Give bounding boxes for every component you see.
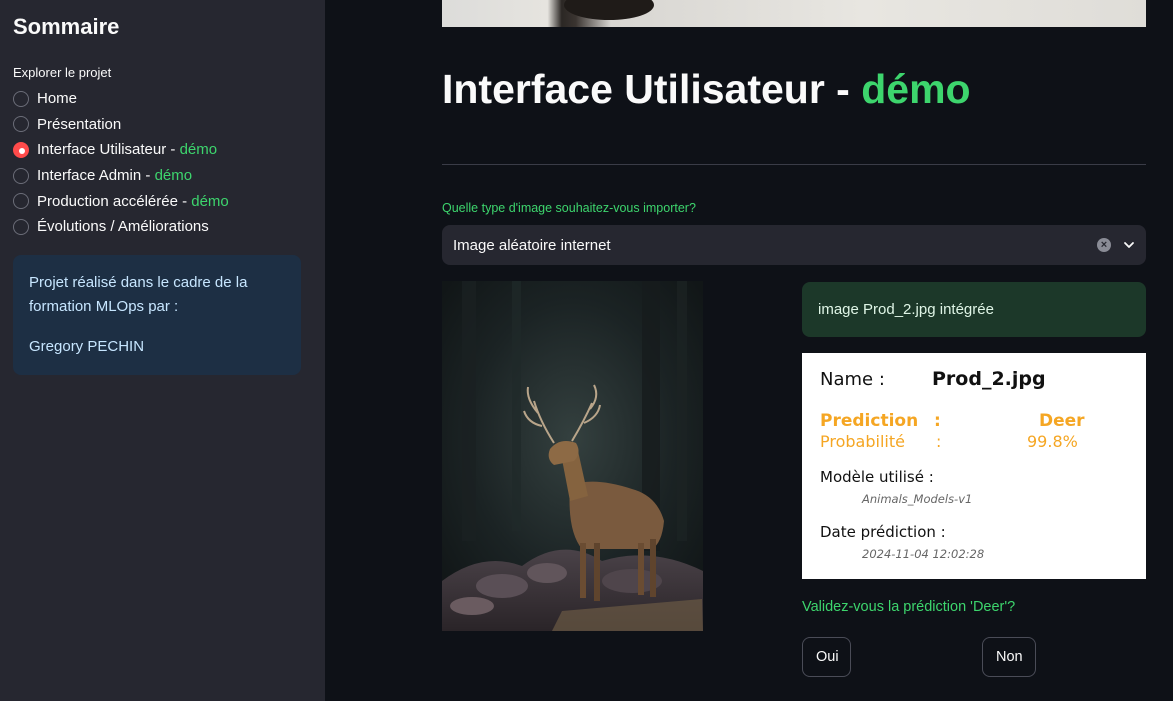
result-model-value: Animals_Models-v1	[862, 492, 973, 506]
no-button[interactable]: Non	[982, 637, 1036, 677]
nav-item-label: Présentation	[37, 115, 122, 133]
page-title-demo: démo	[861, 66, 971, 112]
sidebar: Sommaire Explorer le projet Home Présent…	[0, 0, 325, 701]
result-probability-label: Probabilité	[820, 432, 905, 451]
page-title-text: Interface Utilisateur -	[442, 66, 862, 112]
success-message: image Prod_2.jpg intégrée	[802, 282, 1146, 337]
result-date-label: Date prédiction :	[820, 523, 946, 541]
page-title: Interface Utilisateur - démo	[442, 66, 971, 113]
result-probability-colon: :	[936, 432, 942, 451]
nav-item-evolutions[interactable]: Évolutions / Améliorations	[13, 214, 312, 240]
nav-item-production-acceleree[interactable]: Production accélérée - démo	[13, 188, 312, 214]
nav-radio-label: Explorer le projet	[13, 65, 112, 80]
nav-item-presentation[interactable]: Présentation	[13, 112, 312, 138]
radio-circle-icon[interactable]	[13, 218, 29, 235]
result-prediction-colon: :	[934, 411, 941, 431]
nav-item-demo-tag: démo	[154, 167, 193, 185]
radio-selected-icon[interactable]	[13, 141, 29, 158]
validate-question: Validez-vous la prédiction 'Deer'?	[802, 599, 1016, 615]
yes-button[interactable]: Oui	[802, 637, 851, 677]
image-type-selected-value: Image aléatoire internet	[453, 236, 611, 254]
nav-item-demo-tag: démo	[191, 192, 229, 210]
nav-item-label: Interface Admin -	[37, 167, 155, 185]
result-probability-value: 99.8%	[1027, 432, 1078, 451]
image-type-select[interactable]: Image aléatoire internet ×	[442, 225, 1146, 265]
header-image	[442, 0, 1146, 27]
radio-circle-icon[interactable]	[13, 193, 29, 210]
nav-item-interface-admin[interactable]: Interface Admin - démo	[13, 163, 312, 189]
nav-item-label: Évolutions / Améliorations	[37, 218, 209, 236]
result-prediction-value: Deer	[1039, 411, 1085, 431]
radio-circle-icon[interactable]	[13, 167, 29, 184]
nav-item-label: Home	[37, 90, 78, 108]
project-author: Gregory PECHIN	[29, 337, 145, 355]
nav-item-home[interactable]: Home	[13, 86, 312, 112]
nav-radio-group: Home Présentation Interface Utilisateur …	[13, 86, 312, 240]
radio-circle-icon[interactable]	[13, 116, 29, 133]
nav-item-demo-tag: démo	[179, 141, 218, 159]
chevron-down-icon[interactable]	[1123, 239, 1135, 251]
nav-item-interface-utilisateur[interactable]: Interface Utilisateur - démo	[13, 137, 312, 163]
clear-icon[interactable]: ×	[1097, 238, 1111, 252]
result-name-value: Prod_2.jpg	[932, 368, 1046, 390]
result-date-value: 2024-11-04 12:02:28	[862, 547, 985, 561]
image-type-label: Quelle type d'image souhaitez-vous impor…	[442, 201, 696, 215]
result-prediction-label: Prediction	[820, 411, 919, 431]
nav-item-label: Interface Utilisateur -	[37, 141, 180, 159]
deer-illustration	[442, 281, 703, 631]
radio-circle-icon[interactable]	[13, 90, 29, 107]
deer-photo	[442, 281, 703, 631]
result-name-label: Name :	[820, 369, 885, 390]
result-model-label: Modèle utilisé :	[820, 468, 934, 486]
sidebar-title: Sommaire	[13, 14, 120, 39]
nav-item-label: Production accélérée -	[37, 192, 192, 210]
project-info-text: Projet réalisé dans le cadre de la forma…	[29, 273, 248, 315]
divider	[442, 164, 1146, 165]
prediction-result-card: Name : Prod_2.jpg Prediction : Deer Prob…	[802, 353, 1146, 579]
project-info-box: Projet réalisé dans le cadre de la forma…	[13, 254, 301, 375]
